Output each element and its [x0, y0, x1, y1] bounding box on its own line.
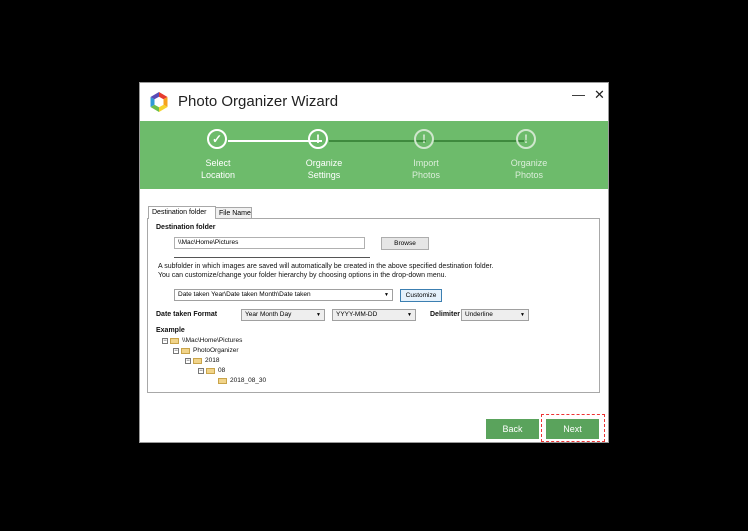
tree-item: − \\Mac\Home\Pictures — [162, 337, 242, 344]
date-format-order-dropdown[interactable]: Year Month Day ▼ — [241, 309, 325, 321]
window-title: Photo Organizer Wizard — [178, 93, 339, 110]
tree-item-label: 2018 — [205, 357, 220, 364]
date-format-pattern-dropdown[interactable]: YYYY-MM-DD ▼ — [332, 309, 416, 321]
delimiter-dropdown[interactable]: Underline ▼ — [461, 309, 529, 321]
next-button-highlight — [541, 414, 605, 442]
folder-open-icon — [181, 347, 190, 354]
wizard-steps: ✓ ! ! ! Select Location Organize Setting… — [140, 121, 608, 189]
minimize-button[interactable]: — — [572, 87, 585, 102]
step-connector — [329, 140, 426, 142]
folder-open-icon — [170, 337, 179, 344]
close-button[interactable]: ✕ — [594, 87, 605, 103]
info-text-line-1: A subfolder in which images are saved wi… — [158, 263, 494, 270]
title-bar: Photo Organizer Wizard — ✕ — [140, 83, 608, 121]
date-format-pattern-value: YYYY-MM-DD — [336, 311, 378, 318]
delimiter-value: Underline — [465, 311, 493, 318]
tree-item-label: PhotoOrganizer — [193, 347, 239, 354]
step-connector — [432, 140, 524, 142]
collapse-icon[interactable]: − — [162, 337, 168, 344]
chevron-down-icon: ▼ — [384, 292, 389, 298]
date-format-order-value: Year Month Day — [245, 311, 292, 318]
tree-item: − 2018 — [185, 357, 219, 364]
folder-open-icon — [218, 377, 227, 384]
date-format-label: Date taken Format — [156, 311, 218, 318]
tree-item-label: \\Mac\Home\Pictures — [182, 337, 243, 344]
folder-open-icon — [206, 367, 215, 374]
info-text-line-2: You can customize/change your folder hie… — [158, 272, 447, 279]
step-pending-alert-icon: ! — [516, 129, 536, 149]
step-done-check-icon: ✓ — [207, 129, 227, 149]
tree-item: 2018_08_30 — [218, 377, 266, 384]
wizard-window: Photo Organizer Wizard — ✕ ✓ ! ! ! Selec… — [139, 82, 609, 443]
delimiter-label: Delimiter — [430, 311, 460, 318]
chevron-down-icon: ▼ — [407, 312, 412, 318]
browse-button[interactable]: Browse — [381, 237, 429, 250]
step-pending-alert-icon: ! — [414, 129, 434, 149]
customize-button[interactable]: Customize — [400, 289, 442, 302]
chevron-down-icon: ▼ — [316, 312, 321, 318]
divider — [174, 257, 370, 258]
chevron-down-icon: ▼ — [520, 312, 525, 318]
destination-panel: Destination folder \\Mac\Home\Pictures B… — [147, 218, 600, 393]
destination-folder-label: Destination folder — [156, 224, 216, 231]
folder-open-icon — [193, 357, 202, 364]
hierarchy-dropdown[interactable]: Date taken Year\Date taken Month\Date ta… — [174, 289, 393, 301]
tree-item: − PhotoOrganizer — [173, 347, 239, 354]
step-label-organize-photos: Organize Photos — [510, 158, 548, 180]
tree-item: − 08 — [198, 367, 225, 374]
step-label-import-photos: Import Photos — [411, 158, 441, 180]
tab-destination-folder[interactable]: Destination folder — [148, 206, 216, 219]
collapse-icon[interactable]: − — [185, 357, 191, 364]
tree-item-label: 2018_08_30 — [230, 377, 267, 384]
collapse-icon[interactable]: − — [173, 347, 179, 354]
back-button[interactable]: Back — [486, 419, 539, 439]
step-current-alert-icon: ! — [308, 129, 328, 149]
app-logo-icon — [150, 92, 168, 112]
hierarchy-value: Date taken Year\Date taken Month\Date ta… — [178, 291, 311, 298]
destination-path-input[interactable]: \\Mac\Home\Pictures — [174, 237, 365, 249]
example-label: Example — [156, 327, 185, 334]
tree-item-label: 08 — [218, 367, 226, 374]
step-label-organize-settings: Organize Settings — [305, 158, 343, 180]
step-label-select-location: Select Location — [200, 158, 236, 180]
collapse-icon[interactable]: − — [198, 367, 204, 374]
